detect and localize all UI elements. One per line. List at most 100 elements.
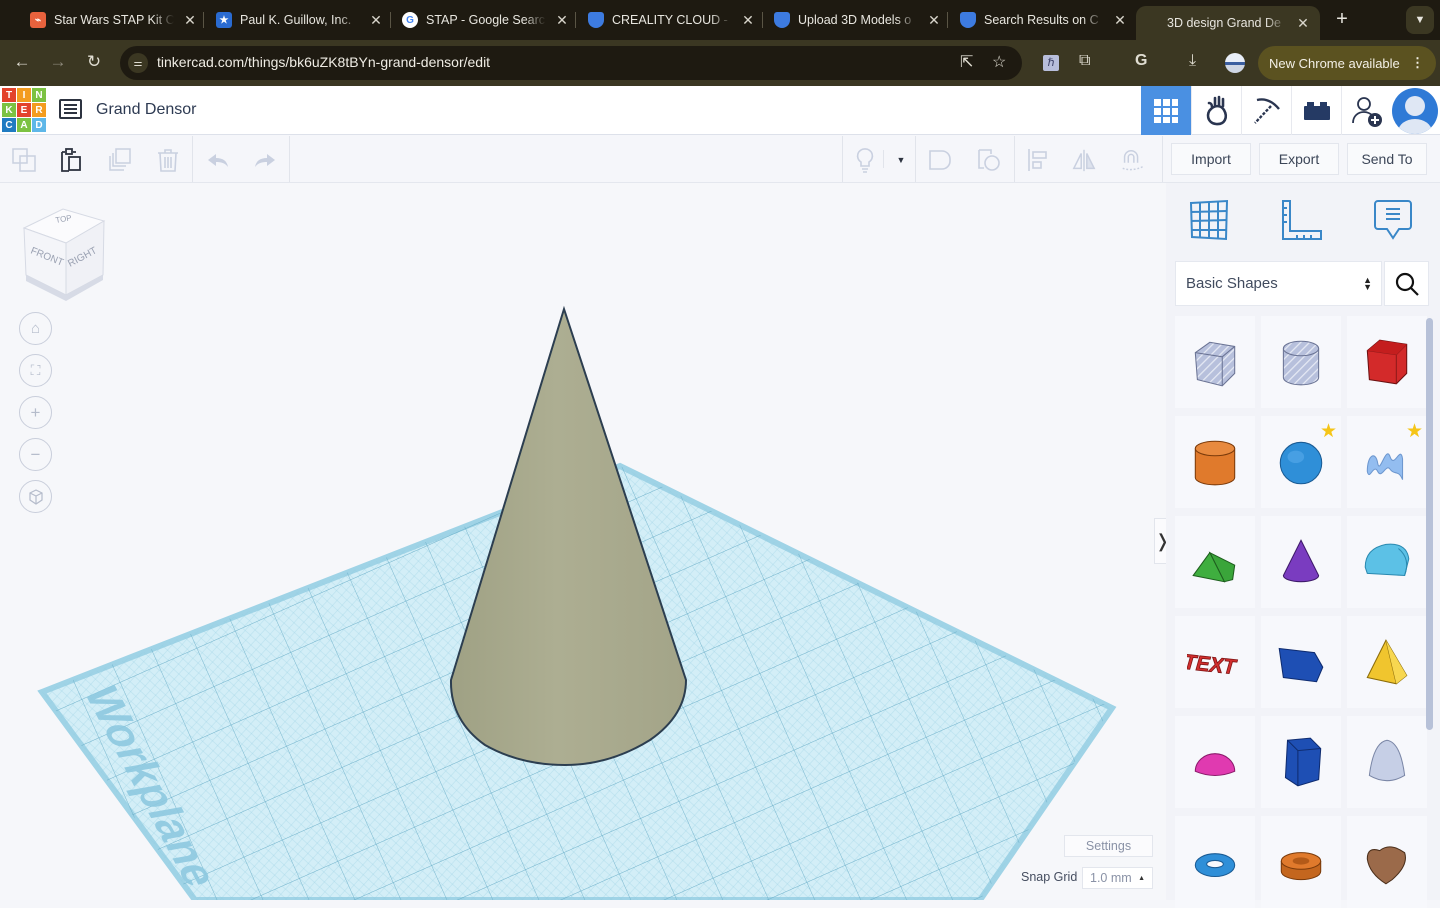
ruler-icon xyxy=(1282,200,1322,240)
shape-tile[interactable] xyxy=(1175,816,1255,908)
new-chrome-available-button[interactable]: New Chrome available ⋮ xyxy=(1258,46,1436,80)
shape-tile[interactable] xyxy=(1261,616,1341,708)
shape-tile[interactable] xyxy=(1261,316,1341,408)
shape-tile[interactable] xyxy=(1175,716,1255,808)
close-tab-icon[interactable]: ✕ xyxy=(740,12,756,29)
extension-h-icon[interactable]: ℏ xyxy=(1043,55,1059,71)
close-tab-icon[interactable]: ✕ xyxy=(926,12,942,29)
browser-tab-active[interactable]: 3D design Grand De ✕ xyxy=(1136,6,1320,40)
ruler-tool-button[interactable] xyxy=(1280,196,1324,244)
shape-search-button[interactable] xyxy=(1384,261,1429,306)
new-tab-button[interactable]: + xyxy=(1330,8,1354,31)
view-cube[interactable]: TOP FRONT RIGHT xyxy=(20,205,108,301)
shape-category-select[interactable]: Basic Shapes ▲ ▼ xyxy=(1175,261,1382,306)
shape-tile[interactable] xyxy=(1175,516,1255,608)
browser-tab[interactable]: ★ Paul K. Guillow, Inc. ✕ xyxy=(208,6,384,34)
tinkercad-logo[interactable]: T I N K E R C A D xyxy=(2,88,46,132)
fit-view-button[interactable]: ⛶ xyxy=(19,354,52,387)
creality-favicon xyxy=(960,12,976,28)
tab-title: Search Results on C xyxy=(984,13,1099,27)
minecraft-mode-button[interactable] xyxy=(1241,86,1291,135)
notes-tool-button[interactable] xyxy=(1371,196,1415,244)
shape-tile[interactable]: ★ xyxy=(1347,416,1427,508)
duplicate-button[interactable] xyxy=(107,147,133,173)
shape-tile[interactable] xyxy=(1347,316,1427,408)
open-in-app-icon[interactable]: ⇱ xyxy=(960,52,973,72)
shape-tile[interactable] xyxy=(1347,516,1427,608)
site-info-icon[interactable]: ⚌ xyxy=(128,53,148,73)
shape-tile[interactable] xyxy=(1347,716,1427,808)
send-to-button[interactable]: Send To xyxy=(1347,143,1427,175)
tab-search-menu-button[interactable]: ▼ xyxy=(1406,6,1434,34)
workplane-tool-button[interactable] xyxy=(1187,196,1231,244)
chevron-down-icon: ▼ xyxy=(1414,14,1426,26)
browser-tab[interactable]: G STAP - Google Search ✕ xyxy=(394,6,570,34)
extensions-puzzle-icon[interactable]: ⧉ xyxy=(1079,52,1090,70)
home-view-button[interactable]: ⌂ xyxy=(19,312,52,345)
import-button[interactable]: Import xyxy=(1171,143,1251,175)
settings-button[interactable]: Settings xyxy=(1064,835,1153,857)
snap-grid-select[interactable]: 1.0 mm ▲ xyxy=(1082,867,1153,889)
close-tab-icon[interactable]: ✕ xyxy=(554,12,570,29)
cruise-magnet-button[interactable] xyxy=(1119,147,1145,173)
shape-tile[interactable]: ★ xyxy=(1261,416,1341,508)
shape-tile[interactable] xyxy=(1261,816,1341,908)
close-tab-icon[interactable]: ✕ xyxy=(182,12,198,29)
workplane-scene[interactable]: Workplane xyxy=(0,183,1166,900)
ungroup-button[interactable] xyxy=(976,147,1002,173)
lightbulb-dropdown-button[interactable]: ▼ xyxy=(888,147,914,173)
app-mode-switcher xyxy=(1141,86,1392,135)
zoom-out-button[interactable]: − xyxy=(19,438,52,471)
shape-tile[interactable] xyxy=(1261,716,1341,808)
profile-icon[interactable] xyxy=(1225,53,1245,73)
group-button[interactable] xyxy=(927,147,953,173)
forward-button[interactable]: → xyxy=(46,52,70,72)
toolbar-divider xyxy=(883,150,884,168)
google-g-icon[interactable]: G xyxy=(1135,52,1147,70)
copy-button[interactable] xyxy=(11,147,37,173)
show-all-lightbulb-button[interactable] xyxy=(852,147,878,173)
perspective-toggle-button[interactable] xyxy=(19,480,52,513)
export-button[interactable]: Export xyxy=(1259,143,1339,175)
3d-design-mode-button[interactable] xyxy=(1141,86,1191,135)
bookmark-star-icon[interactable]: ☆ xyxy=(992,52,1006,72)
more-menu-icon[interactable]: ⋮ xyxy=(1411,55,1424,71)
reload-icon: ↻ xyxy=(86,52,102,71)
shape-tile[interactable] xyxy=(1175,316,1255,408)
shape-tile[interactable] xyxy=(1175,416,1255,508)
shape-thumbnail xyxy=(1194,753,1236,776)
shapes-scrollbar[interactable] xyxy=(1426,318,1433,730)
redo-button[interactable] xyxy=(252,147,278,173)
shape-tile[interactable] xyxy=(1261,516,1341,608)
align-button[interactable] xyxy=(1026,147,1052,173)
design-list-icon[interactable] xyxy=(59,99,82,119)
lego-mode-button[interactable] xyxy=(1291,86,1341,135)
user-avatar-button[interactable] xyxy=(1392,88,1438,134)
design-title[interactable]: Grand Densor xyxy=(96,101,197,119)
shape-tile[interactable] xyxy=(1347,616,1427,708)
close-tab-icon[interactable]: ✕ xyxy=(1295,15,1311,32)
codeblocks-mode-button[interactable] xyxy=(1191,86,1241,135)
shape-tile[interactable] xyxy=(1347,816,1427,908)
mirror-button[interactable] xyxy=(1071,147,1097,173)
back-button[interactable]: ← xyxy=(10,52,34,72)
logo-letter: C xyxy=(2,118,16,132)
shape-tile[interactable]: TEXT xyxy=(1175,616,1255,708)
browser-tab[interactable]: Upload 3D Models o ✕ xyxy=(766,6,942,34)
undo-button[interactable] xyxy=(205,147,231,173)
browser-tab[interactable]: CREALITY CLOUD - ✕ xyxy=(580,6,756,34)
3d-viewport[interactable]: Workplane xyxy=(0,183,1166,900)
codeblocks-hand-icon xyxy=(1206,95,1227,125)
url-text[interactable]: tinkercad.com/things/bk6uZK8tBYn-grand-d… xyxy=(157,54,490,70)
download-icon[interactable]: ⤓ xyxy=(1189,52,1196,70)
close-tab-icon[interactable]: ✕ xyxy=(368,12,384,29)
zoom-in-button[interactable]: + xyxy=(19,396,52,429)
reload-button[interactable]: ↻ xyxy=(82,52,106,72)
duplicate-icon xyxy=(109,148,131,171)
paste-button[interactable] xyxy=(58,147,84,173)
delete-button[interactable] xyxy=(155,147,181,173)
invite-user-button[interactable] xyxy=(1341,86,1392,135)
close-tab-icon[interactable]: ✕ xyxy=(1112,12,1128,29)
browser-tab[interactable]: Search Results on C ✕ xyxy=(952,6,1128,34)
browser-tab[interactable]: ⌁ Star Wars STAP Kit C ✕ xyxy=(22,6,198,34)
